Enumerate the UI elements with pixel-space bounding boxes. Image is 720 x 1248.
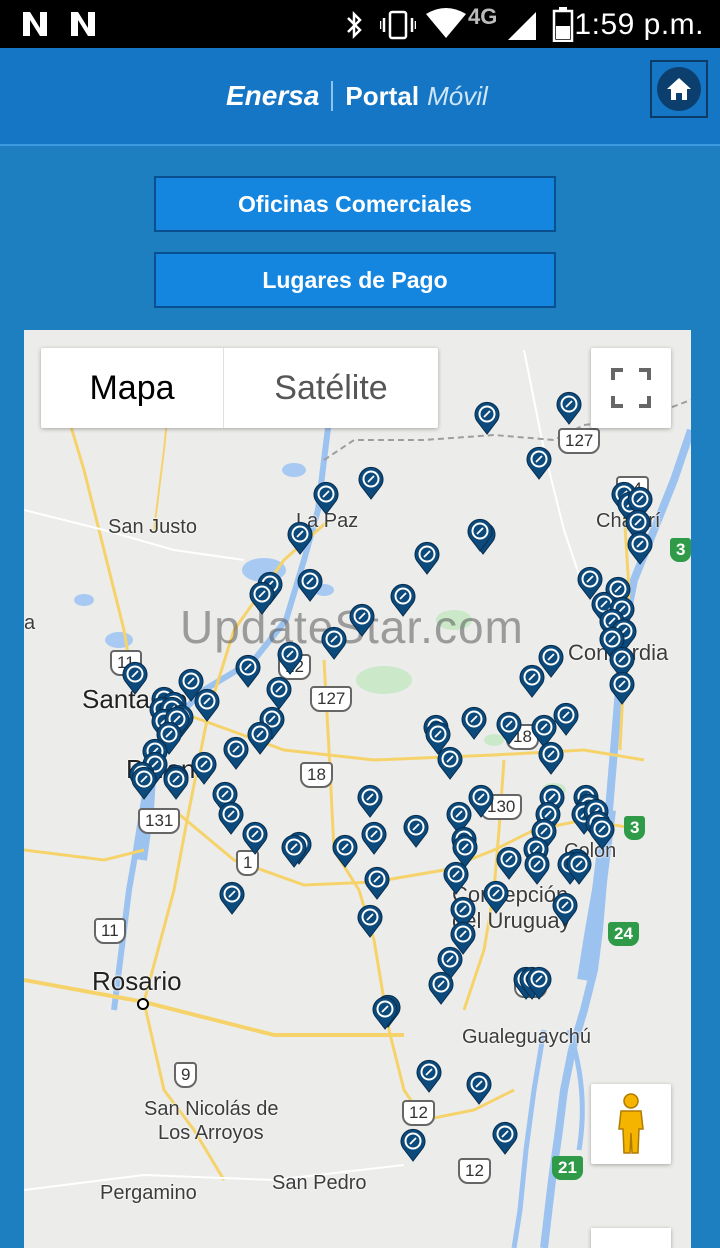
pegman-icon bbox=[618, 1093, 644, 1154]
payment-location-pin-icon[interactable] bbox=[280, 834, 308, 868]
payment-location-pin-icon[interactable] bbox=[312, 481, 340, 515]
brand-name: Enersa bbox=[226, 80, 320, 111]
payment-location-pin-icon[interactable] bbox=[241, 821, 269, 855]
payment-location-pin-icon[interactable] bbox=[551, 892, 579, 926]
brand-divider bbox=[331, 81, 334, 111]
payment-location-pin-icon[interactable] bbox=[193, 688, 221, 722]
fullscreen-icon bbox=[611, 368, 651, 408]
payment-location-pin-icon[interactable] bbox=[491, 1121, 519, 1155]
payment-location-pin-icon[interactable] bbox=[356, 784, 384, 818]
portal-suffix: Móvil bbox=[427, 80, 488, 111]
payment-location-pin-icon[interactable] bbox=[482, 880, 510, 914]
wifi-icon bbox=[426, 8, 466, 38]
payment-location-pin-icon[interactable] bbox=[360, 821, 388, 855]
payment-location-pin-icon[interactable] bbox=[523, 851, 551, 885]
n-notification-icon bbox=[23, 12, 47, 36]
n-notification-icon bbox=[71, 12, 95, 36]
app-header: Enersa Portal Móvil bbox=[0, 48, 720, 146]
payment-location-pin-icon[interactable] bbox=[495, 711, 523, 745]
payment-location-pin-icon[interactable] bbox=[525, 966, 553, 1000]
payment-location-pin-icon[interactable] bbox=[234, 654, 262, 688]
payment-location-pin-icon[interactable] bbox=[296, 568, 324, 602]
payment-location-pin-icon[interactable] bbox=[356, 904, 384, 938]
oficinas-comerciales-button[interactable]: Oficinas Comerciales bbox=[154, 176, 556, 232]
map-view[interactable]: San Justo La Paz Santa Fe Paraná Concord… bbox=[24, 330, 691, 1248]
payment-location-pin-icon[interactable] bbox=[608, 671, 636, 705]
payment-location-pin-icon[interactable] bbox=[286, 521, 314, 555]
payment-location-pin-icon[interactable] bbox=[190, 751, 218, 785]
status-bar: 4G 1:59 p.m. bbox=[0, 0, 720, 48]
battery-icon bbox=[552, 7, 574, 42]
lugares-de-pago-button[interactable]: Lugares de Pago bbox=[154, 252, 556, 308]
map-type-control: Mapa Satélite bbox=[41, 348, 438, 428]
map-type-mapa[interactable]: Mapa bbox=[41, 348, 223, 428]
payment-location-pin-icon[interactable] bbox=[246, 721, 274, 755]
payment-location-pin-icon[interactable] bbox=[265, 676, 293, 710]
payment-location-pin-icon[interactable] bbox=[348, 603, 376, 637]
payment-location-pin-icon[interactable] bbox=[389, 583, 417, 617]
clock: 1:59 p.m. bbox=[574, 8, 704, 41]
map-type-satelite[interactable]: Satélite bbox=[223, 348, 438, 428]
payment-location-pin-icon[interactable] bbox=[162, 766, 190, 800]
vibrate-icon bbox=[380, 10, 416, 40]
payment-location-pin-icon[interactable] bbox=[371, 996, 399, 1030]
payment-location-pin-icon[interactable] bbox=[413, 541, 441, 575]
payment-location-pin-icon[interactable] bbox=[495, 846, 523, 880]
payment-location-pin-icon[interactable] bbox=[415, 1059, 443, 1093]
bluetooth-icon bbox=[347, 10, 362, 40]
payment-location-pin-icon[interactable] bbox=[436, 746, 464, 780]
payment-location-pin-icon[interactable] bbox=[626, 531, 654, 565]
signal-icon bbox=[508, 12, 536, 40]
payment-location-pin-icon[interactable] bbox=[276, 641, 304, 675]
payment-location-pin-icon[interactable] bbox=[442, 861, 470, 895]
payment-location-pin-icon[interactable] bbox=[460, 706, 488, 740]
network-type: 4G bbox=[468, 4, 498, 29]
payment-location-pin-icon[interactable] bbox=[518, 664, 546, 698]
payment-location-pin-icon[interactable] bbox=[473, 401, 501, 435]
brand-logo: Enersa Portal Móvil bbox=[226, 76, 488, 116]
payment-location-pin-icon[interactable] bbox=[399, 1128, 427, 1162]
payment-location-pin-icon[interactable] bbox=[588, 816, 616, 850]
payment-location-pin-icon[interactable] bbox=[555, 391, 583, 425]
payment-location-pin-icon[interactable] bbox=[357, 466, 385, 500]
zoom-control[interactable] bbox=[591, 1228, 671, 1248]
payment-location-pin-icon[interactable] bbox=[320, 626, 348, 660]
fullscreen-button[interactable] bbox=[591, 348, 671, 428]
payment-location-pin-icon[interactable] bbox=[465, 1071, 493, 1105]
payment-location-pin-icon[interactable] bbox=[222, 736, 250, 770]
payment-location-pin-icon[interactable] bbox=[331, 834, 359, 868]
portal-label: Portal bbox=[345, 80, 420, 111]
home-button-circle bbox=[657, 67, 701, 111]
payment-location-pin-icon[interactable] bbox=[248, 581, 276, 615]
payment-location-pin-icon[interactable] bbox=[427, 971, 455, 1005]
payment-location-pin-icon[interactable] bbox=[218, 881, 246, 915]
payment-location-pin-icon[interactable] bbox=[525, 446, 553, 480]
payment-location-pin-icon[interactable] bbox=[130, 766, 158, 800]
payment-location-pin-icon[interactable] bbox=[466, 518, 494, 552]
street-view-pegman[interactable] bbox=[591, 1084, 671, 1164]
home-button[interactable] bbox=[650, 60, 708, 118]
payment-location-pin-icon[interactable] bbox=[402, 814, 430, 848]
payment-location-pin-icon[interactable] bbox=[565, 851, 593, 885]
payment-location-pin-icon[interactable] bbox=[121, 661, 149, 695]
home-icon bbox=[667, 78, 691, 100]
payment-location-pin-icon[interactable] bbox=[537, 741, 565, 775]
payment-location-pin-icon[interactable] bbox=[363, 866, 391, 900]
